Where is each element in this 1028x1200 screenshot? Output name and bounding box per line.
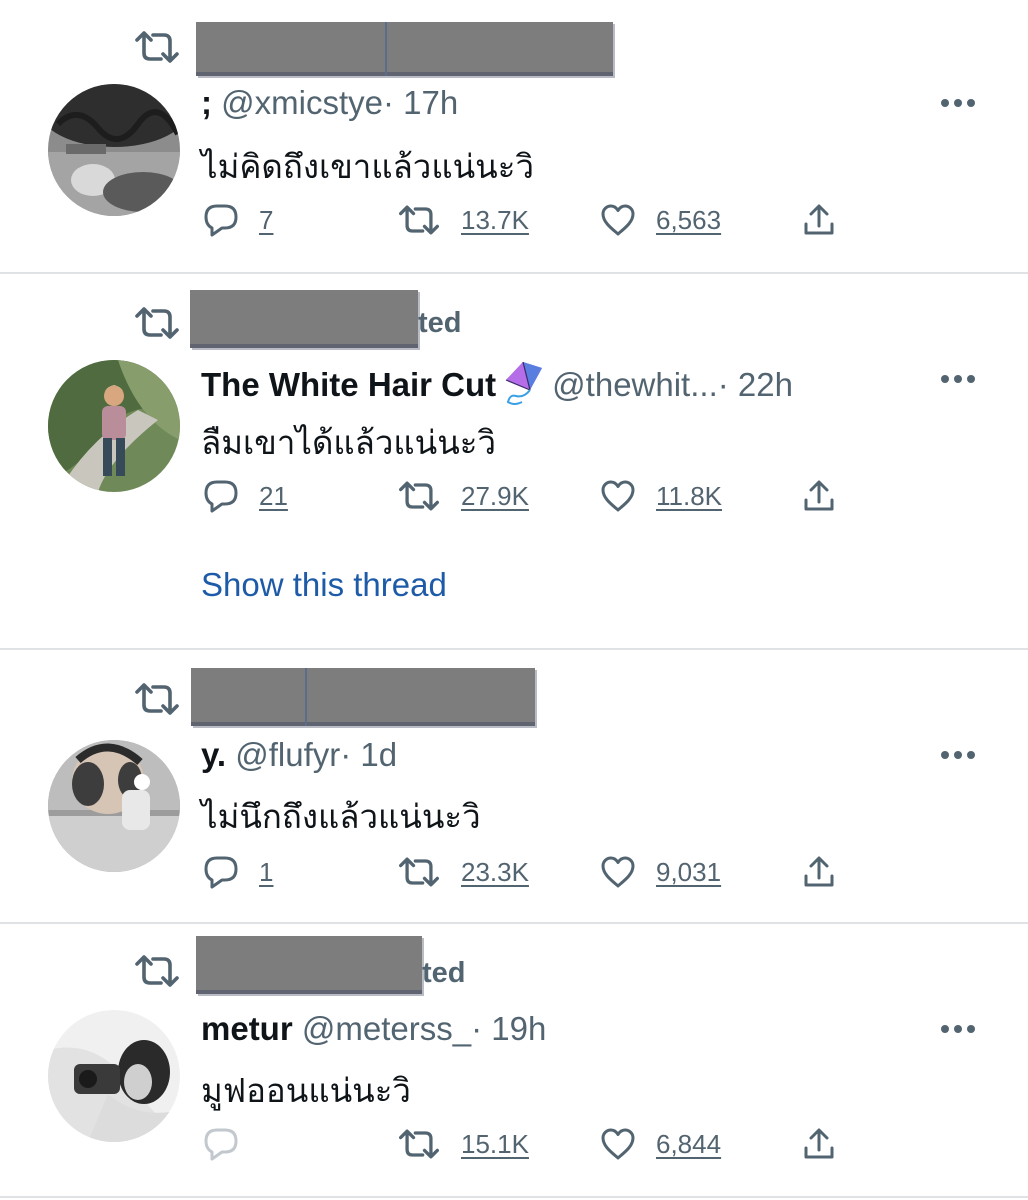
share-icon — [801, 1126, 837, 1162]
share-icon — [801, 854, 837, 890]
handle[interactable]: @meterss_ — [302, 1010, 471, 1047]
handle[interactable]: @xmicstye — [221, 84, 383, 121]
handle[interactable]: @thewhit... — [552, 366, 718, 403]
more-icon[interactable] — [938, 96, 978, 110]
share-icon — [801, 202, 837, 238]
reply-icon — [203, 202, 239, 238]
reply-icon — [203, 478, 239, 514]
handle[interactable]: @flufyr — [235, 736, 340, 773]
retweet-count[interactable]: 15.1K — [461, 1129, 529, 1160]
reply-button[interactable]: 1 — [203, 852, 273, 892]
display-name[interactable]: The White Hair Cut — [201, 366, 496, 403]
like-count[interactable]: 11.8K — [656, 481, 722, 512]
tweet-4[interactable]: ted metur @meterss_· 19h มูฟออนแน่นะวิ 1… — [0, 924, 1028, 1196]
tweet-text: ไม่นึกถึงแล้วแน่นะวิ — [201, 798, 481, 835]
tweet-header: y. @flufyr· 1d — [201, 736, 397, 774]
avatar[interactable] — [48, 740, 180, 872]
more-icon[interactable] — [938, 1022, 978, 1036]
timestamp[interactable]: · 1d — [340, 736, 397, 773]
tweet-3[interactable]: y. @flufyr· 1d ไม่นึกถึงแล้วแน่นะวิ 1 23… — [0, 650, 1028, 922]
timestamp[interactable]: · 17h — [383, 84, 458, 121]
retweet-icon — [133, 306, 181, 340]
retweet-button[interactable]: 23.3K — [397, 852, 529, 892]
share-button[interactable] — [801, 852, 837, 892]
like-icon — [600, 479, 636, 513]
tweet-text: มูฟออนแน่นะวิ — [201, 1072, 411, 1109]
like-icon — [600, 855, 636, 889]
share-button[interactable] — [801, 200, 837, 240]
like-button[interactable]: 11.8K — [600, 476, 722, 516]
display-name[interactable]: y. — [201, 736, 226, 773]
avatar[interactable] — [48, 1010, 180, 1142]
reply-count[interactable]: 21 — [259, 481, 288, 512]
retweet-icon — [397, 856, 441, 888]
reply-button[interactable]: 21 — [203, 476, 288, 516]
like-count[interactable]: 6,563 — [656, 205, 721, 236]
retweet-icon — [397, 1128, 441, 1160]
reply-count[interactable]: 1 — [259, 857, 273, 888]
share-icon — [801, 478, 837, 514]
display-name[interactable]: metur — [201, 1010, 293, 1047]
retweet-icon — [133, 682, 181, 716]
reply-icon — [203, 1126, 239, 1162]
reply-button[interactable]: 7 — [203, 200, 273, 240]
retweet-button[interactable]: 27.9K — [397, 476, 529, 516]
redacted-retweeter-name — [196, 22, 613, 76]
retweet-count[interactable]: 23.3K — [461, 857, 529, 888]
tweet-text: ลืมเขาได้แล้วแน่นะวิ — [201, 424, 497, 461]
like-icon — [600, 1127, 636, 1161]
like-count[interactable]: 6,844 — [656, 1129, 721, 1160]
retweet-button[interactable]: 13.7K — [397, 200, 529, 240]
reply-button[interactable] — [203, 1124, 239, 1164]
redacted-retweeter-name — [196, 936, 422, 994]
like-icon — [600, 203, 636, 237]
tweet-header: The White Hair Cut @thewhit...· 22h — [201, 360, 793, 406]
like-button[interactable]: 6,844 — [600, 1124, 721, 1164]
redacted-retweeter-name — [190, 290, 418, 348]
retweet-button[interactable]: 15.1K — [397, 1124, 529, 1164]
share-button[interactable] — [801, 1124, 837, 1164]
retweet-count[interactable]: 13.7K — [461, 205, 529, 236]
retweet-icon — [133, 30, 181, 64]
tweet-2[interactable]: ted The White Hair Cut @thewhit...· 22h … — [0, 274, 1028, 648]
tweet-text: ไม่คิดถึงเขาแล้วแน่นะวิ — [201, 148, 534, 185]
tweet-header: metur @meterss_· 19h — [201, 1010, 546, 1048]
avatar[interactable] — [48, 84, 180, 216]
like-button[interactable]: 6,563 — [600, 200, 721, 240]
display-name[interactable]: ; — [201, 84, 212, 121]
share-button[interactable] — [801, 476, 837, 516]
divider — [0, 1196, 1028, 1198]
avatar[interactable] — [48, 360, 180, 492]
retweet-count[interactable]: 27.9K — [461, 481, 529, 512]
more-icon[interactable] — [938, 748, 978, 762]
reply-count[interactable]: 7 — [259, 205, 273, 236]
retweeted-label: ted — [418, 307, 462, 339]
show-thread-link[interactable]: Show this thread — [201, 566, 447, 604]
retweet-icon — [397, 204, 441, 236]
retweeted-label: ted — [422, 957, 466, 989]
redacted-retweeter-name — [191, 668, 535, 726]
more-icon[interactable] — [938, 372, 978, 386]
timestamp[interactable]: · 19h — [471, 1010, 546, 1047]
like-count[interactable]: 9,031 — [656, 857, 721, 888]
retweet-icon — [133, 954, 181, 988]
tweet-1[interactable]: ; @xmicstye· 17h ไม่คิดถึงเขาแล้วแน่นะวิ… — [0, 0, 1028, 272]
timestamp[interactable]: · 22h — [718, 366, 793, 403]
kite-icon — [505, 361, 543, 405]
like-button[interactable]: 9,031 — [600, 852, 721, 892]
reply-icon — [203, 854, 239, 890]
tweet-header: ; @xmicstye· 17h — [201, 84, 458, 122]
retweet-icon — [397, 480, 441, 512]
